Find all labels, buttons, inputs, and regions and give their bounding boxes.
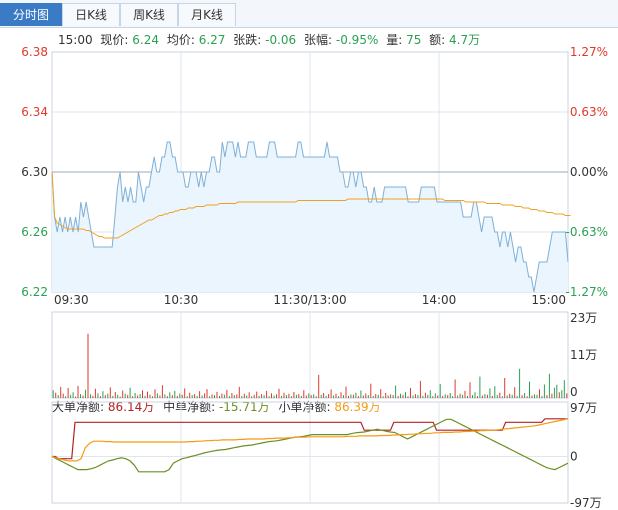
quote-label: 张跌: (233, 32, 261, 47)
quote-value: 6.27 (199, 33, 226, 47)
volume-tick-label: 11万 (570, 348, 597, 362)
time-tick-label: 11:30/13:00 (273, 293, 346, 307)
percent-tick-label: 0.63% (570, 105, 608, 119)
stock-chart: 15:00 现价: 6.24 均价: 6.27 张跌: -0.06 张幅: -0… (21, 32, 608, 510)
flow-tick-label: -97万 (570, 496, 602, 510)
quote-value: 6.24 (132, 33, 159, 47)
quote-label: 量: (386, 33, 402, 47)
percent-tick-label: 1.27% (570, 45, 608, 59)
quote-label: 现价: (100, 33, 128, 47)
quote-value: 75 (406, 33, 421, 47)
quote-label: 均价: (167, 33, 195, 47)
legend-label: 中单净额: (163, 399, 215, 414)
quote-header: 15:00 现价: 6.24 均价: 6.27 张跌: -0.06 张幅: -0… (58, 32, 480, 47)
time-tick-label: 09:30 (54, 293, 89, 307)
quote-label: 额: (429, 33, 445, 47)
time-tick-label: 10:30 (164, 293, 199, 307)
quote-value: 4.7万 (449, 33, 480, 47)
price-tick-label: 6.22 (21, 285, 48, 299)
flow-tick-label: 0 (570, 450, 578, 464)
price-tick-label: 6.30 (21, 165, 48, 179)
price-tick-label: 6.34 (21, 105, 48, 119)
percent-tick-label: -1.27% (566, 285, 608, 299)
time-tick-label: 15:00 (531, 293, 566, 307)
volume-tick-label: 23万 (570, 311, 597, 325)
volume-tick-label: 0 (570, 385, 578, 399)
percent-tick-label: -0.63% (566, 225, 608, 239)
quote-value: -0.06 (265, 33, 296, 47)
quote-label: 张幅: (304, 32, 332, 47)
net-flow-legend: 大单净额: 86.14万 中单净额: -15.71万 小单净额: 86.39万 (52, 399, 381, 414)
percent-tick-label: 0.00% (570, 165, 608, 179)
quote-time: 15:00 (58, 33, 93, 47)
time-tick-label: 14:00 (422, 293, 457, 307)
quote-value: -0.95% (336, 33, 378, 47)
price-tick-label: 6.26 (21, 225, 48, 239)
price-tick-label: 6.38 (21, 45, 48, 59)
flow-tick-label: 97万 (570, 401, 597, 415)
